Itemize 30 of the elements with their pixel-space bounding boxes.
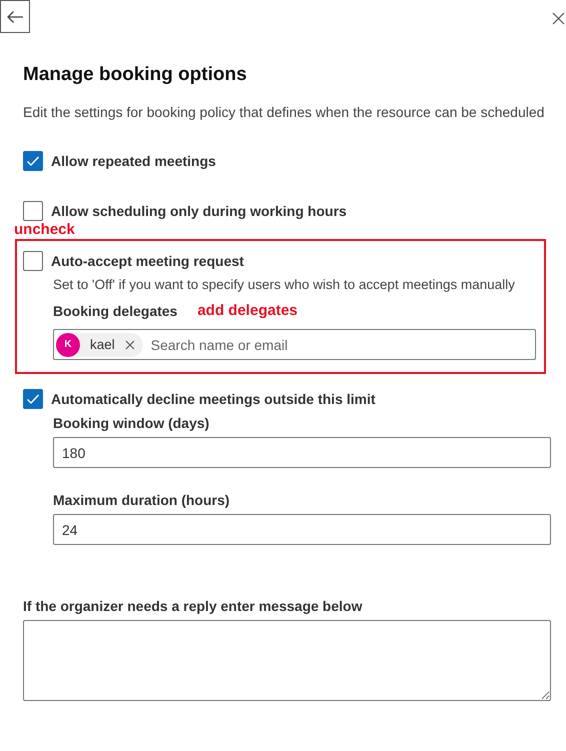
person-chip[interactable]: K kael	[56, 332, 143, 356]
hint-text: Set to 'Off' if you want to specify users who wish to accept meetings manually	[53, 277, 516, 292]
annotation-text: uncheck	[14, 223, 76, 237]
field-label: Booking window (days)	[53, 415, 210, 431]
back-arrow-icon	[6, 10, 24, 24]
field-label: If the organizer needs a reply enter message below	[23, 598, 364, 614]
people-picker-field[interactable]: K kael Search name or email	[53, 329, 536, 360]
message-field[interactable]	[23, 620, 551, 701]
checkbox-label: Allow scheduling only during working hours	[51, 203, 347, 219]
remove-icon[interactable]	[124, 340, 135, 350]
person-name: kael	[90, 337, 115, 352]
checkbox[interactable]	[23, 389, 43, 409]
number-field[interactable]: 180	[53, 437, 551, 468]
checkbox[interactable]	[23, 251, 43, 271]
checkbox-label: Automatically decline meetings outside this limit	[51, 391, 376, 407]
checkbox-label: Auto-accept meeting request	[51, 253, 244, 269]
avatar-initial: K	[56, 332, 80, 356]
back-button[interactable]	[0, 0, 30, 33]
checkbox-label: Allow repeated meetings	[51, 153, 216, 169]
close-icon[interactable]	[552, 12, 565, 25]
field-label: Maximum duration (hours)	[53, 492, 231, 508]
number-field[interactable]: 24	[53, 514, 551, 545]
checkbox[interactable]	[23, 151, 43, 171]
panel-title: Manage booking options	[23, 63, 248, 87]
checkbox[interactable]	[23, 201, 43, 221]
annotation-text: add delegates	[197, 302, 298, 319]
checkmark-icon	[26, 155, 40, 167]
checkmark-icon	[26, 393, 40, 405]
field-label: Booking delegates	[53, 302, 178, 318]
description-text: Edit the settings for booking policy that defines when the resource can be scheduled	[23, 103, 546, 121]
